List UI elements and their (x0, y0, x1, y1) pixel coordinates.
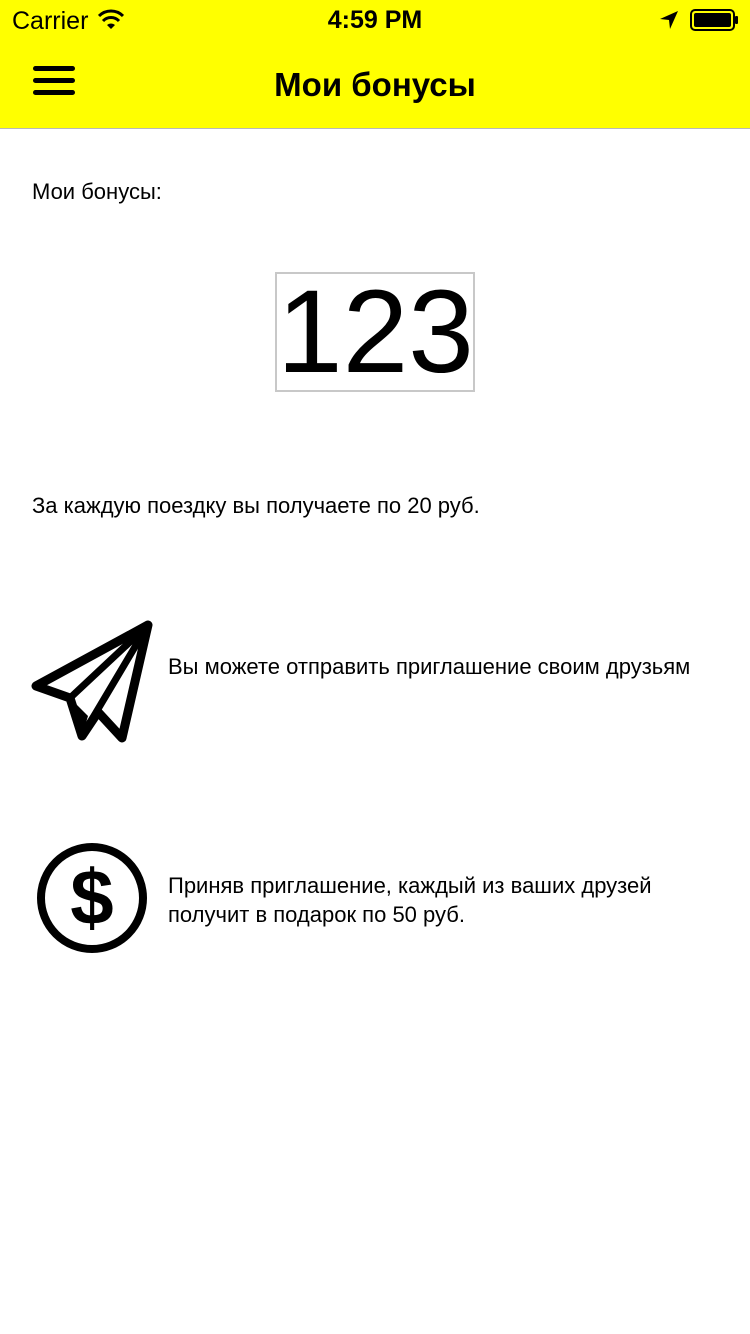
page-title: Мои бонусы (274, 66, 476, 103)
bonus-value: 123 (277, 266, 474, 398)
nav-header: Carrier 4:59 PM Мои бонусы (0, 0, 750, 129)
status-time: 4:59 PM (327, 6, 423, 34)
battery-icon (690, 9, 738, 31)
svg-text:$: $ (70, 853, 113, 941)
status-bar: Carrier 4:59 PM (0, 0, 750, 40)
ride-bonus-text: За каждую поездку вы получаете по 20 руб… (32, 493, 480, 518)
bonus-counter: 123 (275, 272, 475, 392)
bonus-section-label: Мои бонусы: (32, 179, 162, 204)
paper-plane-icon (31, 620, 153, 743)
friend-gift-text: Приняв приглашение, каждый из ваших друз… (168, 873, 652, 927)
invite-friends-text: Вы можете отправить приглашение своим др… (168, 654, 691, 679)
location-arrow-icon (660, 11, 678, 29)
dollar-icon: $ (37, 843, 147, 953)
